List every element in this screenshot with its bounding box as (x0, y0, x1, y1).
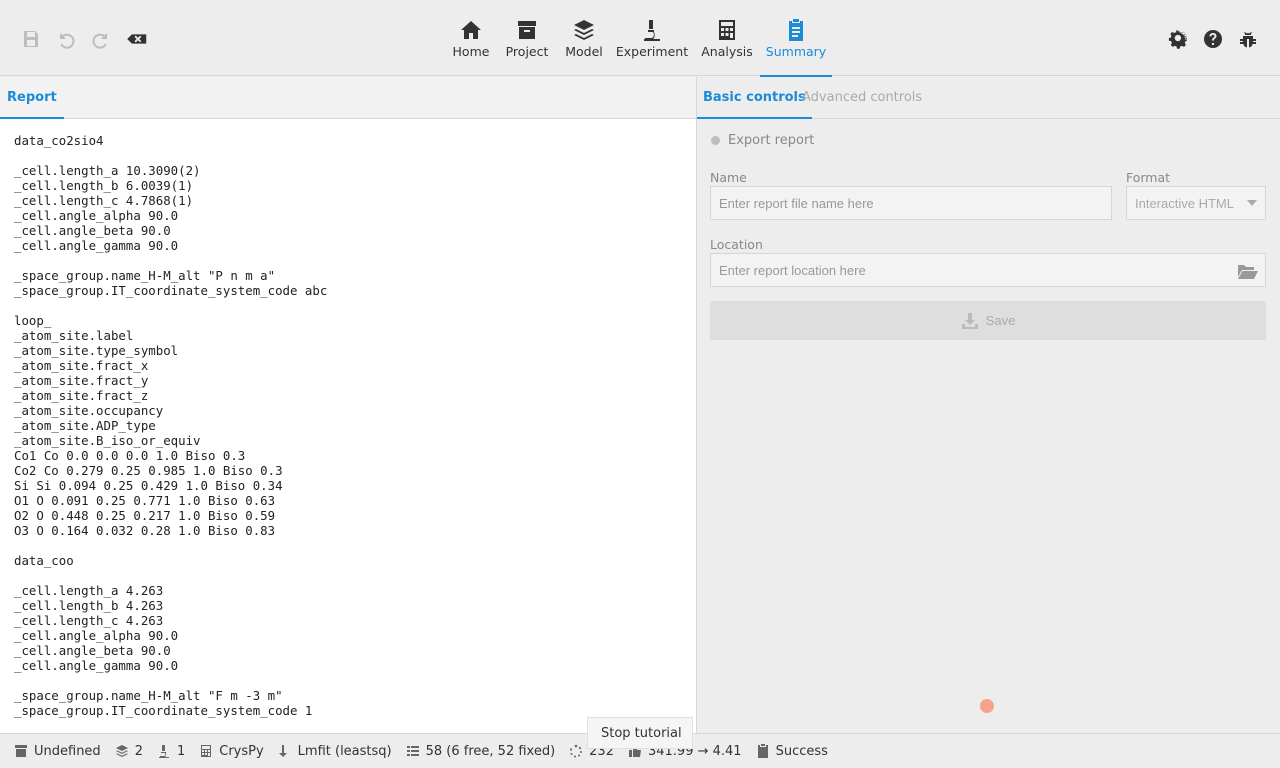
clipboard-icon (784, 18, 808, 42)
clipboard-icon (757, 744, 768, 758)
home-icon (459, 18, 483, 42)
status-phases-value: 2 (134, 743, 143, 759)
microscope-icon (158, 745, 169, 758)
top-toolbar: Home Project Model Experiment Analysis S… (0, 0, 1280, 77)
report-name-input[interactable] (710, 186, 1112, 220)
tab-model[interactable]: Model (558, 0, 610, 76)
status-parameters-value: 58 (6 free, 52 fixed) (425, 743, 556, 759)
stop-tutorial-tooltip[interactable]: Stop tutorial (587, 717, 693, 749)
report-tabbar: Report (0, 77, 696, 119)
tab-project[interactable]: Project (496, 0, 558, 76)
tab-home[interactable]: Home (446, 0, 496, 76)
tab-project-label: Project (505, 44, 549, 59)
tab-advanced-controls[interactable]: Advanced controls (802, 77, 922, 119)
bug-icon[interactable] (1237, 28, 1259, 50)
calculator-icon (715, 18, 739, 42)
name-label: Name (710, 170, 747, 185)
main-nav-tabs: Home Project Model Experiment Analysis S… (446, 0, 832, 77)
download-icon (961, 312, 978, 329)
tab-basic-controls[interactable]: Basic controls (697, 77, 812, 119)
layers-icon (115, 745, 128, 757)
tab-summary-label: Summary (765, 44, 827, 59)
format-label: Format (1126, 170, 1171, 185)
report-location-input[interactable] (710, 253, 1266, 287)
folder-open-icon[interactable] (1238, 263, 1258, 279)
archive-icon (515, 18, 539, 42)
status-phases: 2 (115, 744, 143, 759)
status-calculator: CrysPy (199, 743, 264, 759)
microscope-icon (640, 18, 664, 42)
tab-report[interactable]: Report (0, 77, 64, 119)
status-experiments-value: 1 (176, 743, 186, 759)
undo-icon[interactable] (55, 28, 77, 50)
report-panel: Report data_co2sio4 _cell.length_a 10.30… (0, 77, 697, 733)
list-icon (406, 746, 419, 756)
sort-down-icon (278, 745, 287, 757)
group-bullet-icon (711, 136, 720, 145)
tab-summary[interactable]: Summary (760, 0, 832, 77)
layers-icon (572, 18, 596, 42)
status-project-value: Undefined (34, 743, 101, 759)
status-minimizer: Lmfit (leastsq) (278, 744, 392, 759)
spinner-icon (570, 744, 583, 758)
calculator-icon (201, 745, 212, 757)
tab-analysis[interactable]: Analysis (694, 0, 760, 76)
format-select[interactable]: Interactive HTML (1126, 186, 1266, 220)
save-button-label: Save (985, 313, 1016, 328)
location-label: Location (710, 237, 763, 252)
status-result: Success (756, 744, 828, 759)
status-project: Undefined (14, 744, 101, 759)
report-text[interactable]: data_co2sio4 _cell.length_a 10.3090(2) _… (0, 119, 696, 731)
tab-home-label: Home (452, 44, 490, 59)
help-icon[interactable] (1202, 28, 1224, 50)
gear-icon[interactable] (1167, 28, 1189, 50)
chevron-down-icon (1247, 200, 1257, 206)
tab-model-label: Model (565, 44, 603, 59)
status-result-value: Success (775, 743, 828, 759)
export-report-group: Export report (711, 133, 814, 148)
tab-analysis-label: Analysis (701, 44, 753, 59)
status-minimizer-value: Lmfit (leastsq) (297, 743, 392, 759)
status-parameters: 58 (6 free, 52 fixed) (406, 743, 556, 759)
save-icon[interactable] (20, 28, 42, 50)
reset-icon[interactable] (124, 28, 150, 50)
format-value: Interactive HTML (1135, 195, 1234, 211)
redo-icon[interactable] (90, 28, 112, 50)
tutorial-pointer (980, 699, 994, 713)
archive-icon (15, 745, 27, 757)
tab-experiment-label: Experiment (615, 44, 689, 59)
export-report-label: Export report (728, 133, 815, 148)
status-calculator-value: CrysPy (219, 743, 264, 759)
controls-panel: Basic controls Advanced controls Export … (697, 77, 1280, 733)
controls-tabbar: Basic controls Advanced controls (697, 77, 1280, 119)
save-button[interactable]: Save (710, 301, 1266, 340)
tab-experiment[interactable]: Experiment (610, 0, 694, 76)
status-experiments: 1 (157, 744, 185, 759)
